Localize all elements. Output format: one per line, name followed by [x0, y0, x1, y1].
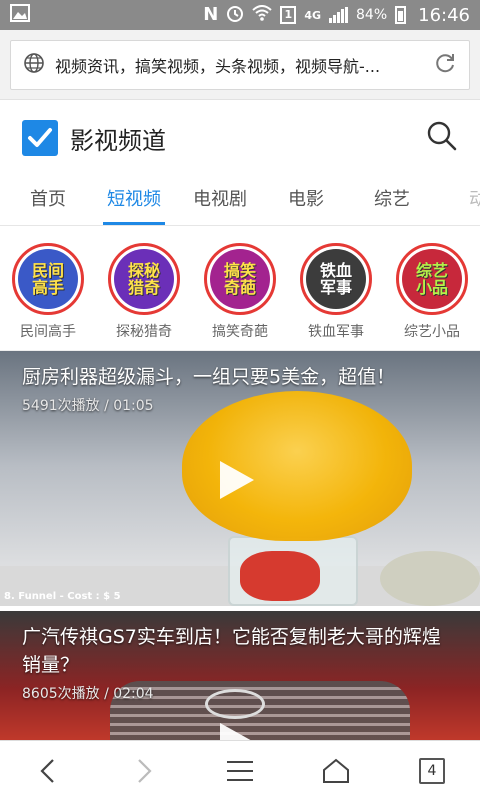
- channel-label: 铁血军事: [308, 321, 364, 341]
- alarm-icon: [226, 4, 244, 26]
- wifi-icon: [252, 5, 272, 25]
- channel-variety-sketch[interactable]: 综艺小品 综艺小品: [387, 243, 477, 341]
- refresh-icon[interactable]: [433, 51, 457, 79]
- channel-list: 民间高手 民间高手 探秘猎奇 探秘猎奇 搞笑奇葩 搞笑奇葩 铁血军事 铁血军事 …: [0, 226, 480, 351]
- play-icon[interactable]: [220, 461, 254, 499]
- play-icon[interactable]: [220, 723, 254, 741]
- gallery-notification-icon: [10, 4, 30, 26]
- tab-count: 4: [419, 758, 445, 784]
- nfc-icon: N: [203, 6, 218, 24]
- site-header: 影视频道: [0, 100, 480, 176]
- address-bar-container: 视频资讯，搞笑视频，头条视频，视频导航-...: [0, 30, 480, 100]
- channel-badge: 民间高手: [12, 243, 84, 315]
- site-title: 影视频道: [70, 121, 166, 156]
- hamburger-menu-icon: [226, 760, 254, 782]
- category-tabs: 首页 短视频 电视剧 电影 综艺 动: [0, 176, 480, 226]
- video-title[interactable]: 厨房利器超级漏斗，一组只要5美金，超值！: [22, 363, 450, 391]
- video-meta: 5491次播放 / 01:05: [22, 395, 154, 415]
- chevron-left-icon: [38, 757, 58, 785]
- battery-percent: 84%: [356, 8, 387, 22]
- video-thumbnail-scene: [380, 551, 480, 606]
- sim-indicator: 1: [280, 6, 296, 24]
- home-button[interactable]: [306, 741, 366, 801]
- forward-button[interactable]: [114, 741, 174, 801]
- channel-label: 民间高手: [20, 321, 76, 341]
- video-title[interactable]: 广汽传祺GS7实车到店！它能否复制老大哥的辉煌销量？: [22, 623, 450, 679]
- channel-badge: 探秘猎奇: [108, 243, 180, 315]
- menu-button[interactable]: [210, 741, 270, 801]
- video-thumbnail-scene: [205, 689, 265, 719]
- tab-short-video[interactable]: 短视频: [91, 176, 177, 225]
- channel-art: 铁血军事: [306, 249, 366, 309]
- address-bar[interactable]: 视频资讯，搞笑视频，头条视频，视频导航-...: [10, 40, 470, 90]
- page-title-url[interactable]: 视频资讯，搞笑视频，头条视频，视频导航-...: [55, 53, 423, 77]
- channel-folk-masters[interactable]: 民间高手 民间高手: [3, 243, 93, 341]
- tab-variety[interactable]: 综艺: [349, 176, 435, 225]
- channel-funny-weird[interactable]: 搞笑奇葩 搞笑奇葩: [195, 243, 285, 341]
- channel-badge: 综艺小品: [396, 243, 468, 315]
- video-meta: 8605次播放 / 02:04: [22, 683, 154, 703]
- channel-label: 搞笑奇葩: [212, 321, 268, 341]
- browser-bottom-nav: 4: [0, 740, 480, 800]
- tabs-button[interactable]: 4: [402, 741, 462, 801]
- channel-art: 民间高手: [18, 249, 78, 309]
- clock: 16:46: [418, 5, 470, 26]
- signal-icon: [329, 7, 348, 23]
- video-card[interactable]: 广汽传祺GS7实车到店！它能否复制老大哥的辉煌销量？ 8605次播放 / 02:…: [0, 611, 480, 741]
- video-card[interactable]: 厨房利器超级漏斗，一组只要5美金，超值！ 5491次播放 / 01:05 8. …: [0, 351, 480, 606]
- globe-icon: [23, 52, 45, 78]
- channel-explore-curious[interactable]: 探秘猎奇 探秘猎奇: [99, 243, 189, 341]
- back-button[interactable]: [18, 741, 78, 801]
- video-caption: 8. Funnel - Cost : $ 5: [4, 591, 121, 602]
- checkmark-logo-icon: [22, 120, 58, 156]
- battery-icon: [395, 6, 406, 24]
- channel-badge: 铁血军事: [300, 243, 372, 315]
- tab-home[interactable]: 首页: [5, 176, 91, 225]
- tab-movies[interactable]: 电影: [263, 176, 349, 225]
- channel-label: 探秘猎奇: [116, 321, 172, 341]
- search-icon[interactable]: [426, 120, 458, 156]
- home-icon: [322, 758, 350, 784]
- video-thumbnail-scene: [240, 551, 320, 601]
- network-type: 4G: [304, 10, 321, 21]
- chevron-right-icon: [134, 757, 154, 785]
- channel-art: 综艺小品: [402, 249, 462, 309]
- channel-military[interactable]: 铁血军事 铁血军事: [291, 243, 381, 341]
- site-logo[interactable]: 影视频道: [22, 120, 166, 156]
- tab-anime[interactable]: 动: [435, 176, 480, 225]
- channel-label: 综艺小品: [404, 321, 460, 341]
- tab-tv-series[interactable]: 电视剧: [177, 176, 263, 225]
- status-bar: N 1 4G 84% 16:46: [0, 0, 480, 30]
- channel-badge: 搞笑奇葩: [204, 243, 276, 315]
- video-thumbnail-scene: [182, 391, 412, 541]
- channel-art: 探秘猎奇: [114, 249, 174, 309]
- channel-art: 搞笑奇葩: [210, 249, 270, 309]
